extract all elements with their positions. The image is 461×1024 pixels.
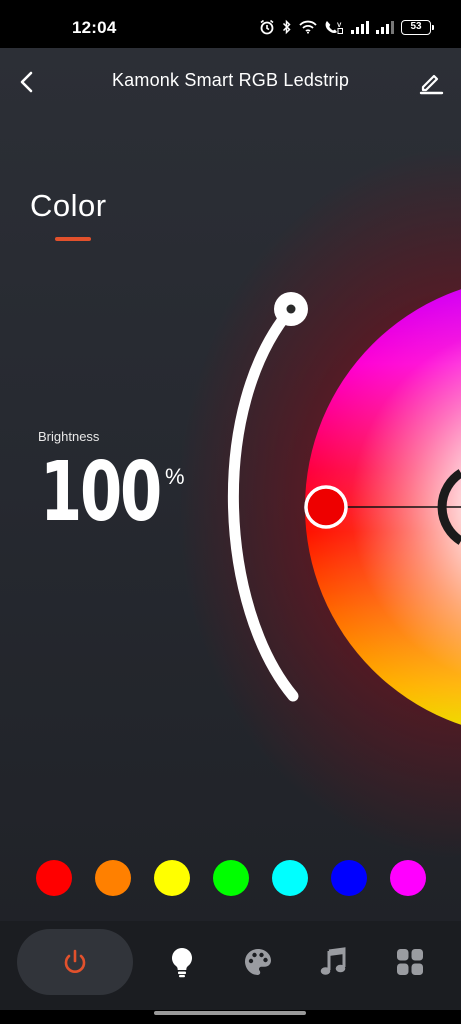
status-icons: V 53 xyxy=(259,16,434,38)
signal-icon xyxy=(351,21,369,34)
nav-scenes[interactable] xyxy=(234,929,282,995)
bluetooth-icon xyxy=(282,19,291,35)
status-bar: 12:04 V 53 xyxy=(0,0,461,48)
color-picker-handle[interactable] xyxy=(304,485,348,529)
preset-color-swatch[interactable] xyxy=(331,860,367,896)
power-icon xyxy=(64,949,86,973)
alarm-icon xyxy=(260,19,274,35)
battery-icon: 53 xyxy=(401,19,434,35)
volte-icon: V xyxy=(325,21,343,34)
nav-music[interactable] xyxy=(309,929,357,995)
preset-color-swatch[interactable] xyxy=(390,860,426,896)
nav-more[interactable] xyxy=(386,929,434,995)
palette-icon xyxy=(245,949,271,975)
bulb-icon xyxy=(172,948,192,978)
signal-icon xyxy=(376,21,394,34)
nav-light[interactable] xyxy=(158,929,206,995)
brightness-handle[interactable] xyxy=(274,292,308,326)
preset-color-swatch[interactable] xyxy=(36,860,72,896)
preset-color-swatch[interactable] xyxy=(154,860,190,896)
status-time: 12:04 xyxy=(72,18,117,37)
home-indicator[interactable] xyxy=(154,1011,306,1015)
preset-color-swatch[interactable] xyxy=(213,860,249,896)
wifi-icon xyxy=(299,20,317,34)
svg-text:V: V xyxy=(337,22,342,29)
music-note-icon xyxy=(320,947,346,975)
bottom-nav xyxy=(0,921,461,1010)
preset-color-row xyxy=(0,860,461,900)
app-screen: Kamonk Smart RGB Ledstrip Color Brightne… xyxy=(0,48,461,1010)
brightness-arc[interactable] xyxy=(228,303,299,702)
grid-icon xyxy=(397,949,423,975)
gesture-bar xyxy=(0,1010,461,1024)
nav-power[interactable] xyxy=(17,929,133,995)
preset-color-swatch[interactable] xyxy=(272,860,308,896)
preset-color-swatch[interactable] xyxy=(95,860,131,896)
